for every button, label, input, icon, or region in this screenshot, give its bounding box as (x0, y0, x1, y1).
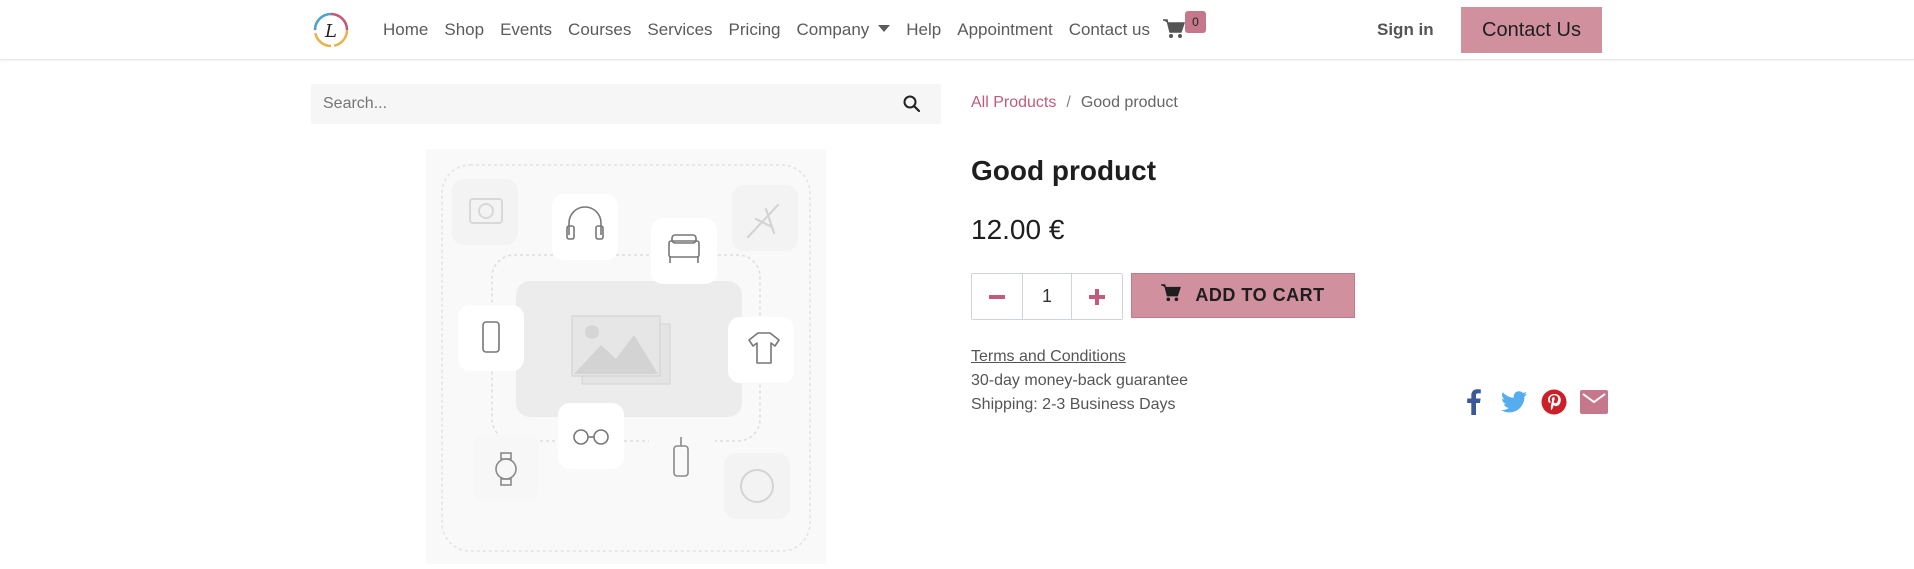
product-title: Good product (971, 155, 1157, 186)
quantity-input[interactable]: 1 (1022, 274, 1072, 319)
nav-contact[interactable]: Contact us (1069, 20, 1150, 40)
pinterest-icon[interactable] (1539, 388, 1569, 416)
guarantee-text: 30-day money-back guarantee (971, 372, 1189, 389)
cart-icon[interactable] (1163, 19, 1186, 39)
share-links (1459, 388, 1609, 416)
chevron-down-icon (878, 25, 891, 32)
site-logo[interactable]: L (312, 11, 350, 49)
nav-home[interactable]: Home (383, 20, 428, 40)
nav-appointment[interactable]: Appointment (957, 20, 1052, 40)
svg-text:L: L (324, 21, 337, 42)
nav-company[interactable]: Company (797, 20, 891, 40)
nav-company-label: Company (796, 20, 870, 39)
product-price: 12.00 € (971, 214, 1065, 245)
facebook-icon[interactable] (1459, 388, 1489, 416)
main-nav: Home Shop Events Courses Services Pricin… (383, 0, 1166, 60)
site-header: L Home Shop Events Courses Services Pric… (0, 0, 1914, 60)
twitter-icon[interactable] (1499, 388, 1529, 416)
nav-help[interactable]: Help (906, 20, 941, 40)
contact-us-button[interactable]: Contact Us (1461, 7, 1602, 53)
breadcrumb-separator: / (1066, 94, 1071, 111)
breadcrumb: All Products / Good product (971, 94, 1178, 112)
increase-quantity-button[interactable] (1072, 274, 1122, 319)
product-terms: Terms and Conditions 30-day money-back g… (971, 345, 1188, 417)
shipping-text: Shipping: 2-3 Business Days (971, 396, 1176, 413)
decrease-quantity-button[interactable] (972, 274, 1022, 319)
cart-count-badge: 0 (1185, 11, 1206, 33)
sign-in-link[interactable]: Sign in (1377, 20, 1434, 40)
product-image[interactable] (426, 149, 826, 564)
search-input[interactable] (311, 84, 891, 124)
add-to-cart-button[interactable]: ADD TO CART (1131, 273, 1355, 318)
nav-courses[interactable]: Courses (568, 20, 631, 40)
nav-shop[interactable]: Shop (444, 20, 484, 40)
search-icon[interactable] (903, 95, 921, 113)
cart-icon (1161, 284, 1182, 307)
email-icon[interactable] (1579, 388, 1609, 416)
breadcrumb-all-products[interactable]: All Products (971, 94, 1056, 111)
terms-and-conditions-link[interactable]: Terms and Conditions (971, 348, 1126, 365)
search-bar (311, 84, 941, 124)
nav-events[interactable]: Events (500, 20, 552, 40)
add-to-cart-label: ADD TO CART (1195, 285, 1325, 305)
nav-pricing[interactable]: Pricing (729, 20, 781, 40)
breadcrumb-current: Good product (1080, 94, 1178, 111)
nav-services[interactable]: Services (647, 20, 712, 40)
quantity-stepper: 1 (971, 273, 1123, 320)
